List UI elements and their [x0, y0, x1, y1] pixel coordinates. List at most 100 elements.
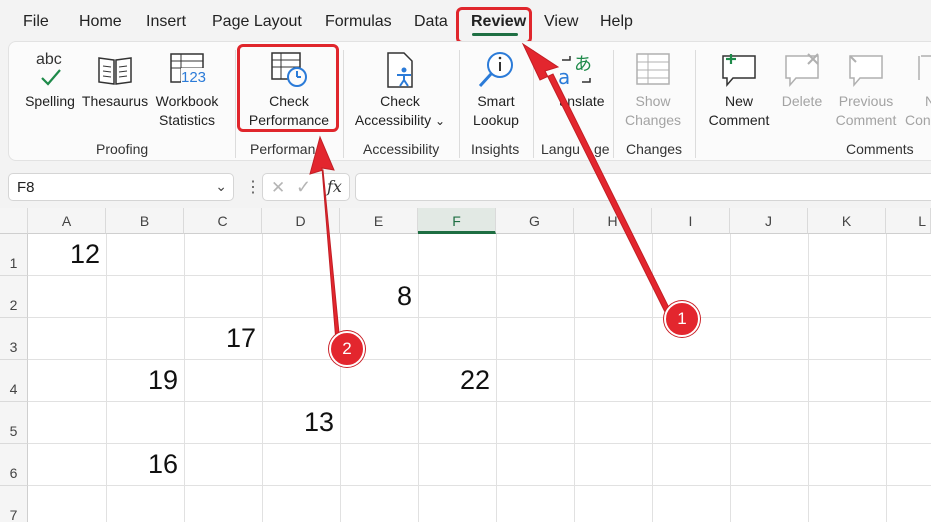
cell-e2[interactable]: 8	[340, 281, 412, 312]
grid-line	[28, 275, 931, 276]
group-separator	[613, 50, 614, 158]
tab-data[interactable]: Data	[414, 13, 448, 31]
insert-function-icon[interactable]: fx	[327, 177, 342, 196]
smart-lookup-label-1: Smart	[477, 93, 515, 109]
previous-comment-icon	[846, 50, 886, 90]
workbook-statistics-label-1: Workbook	[155, 93, 219, 109]
svg-text:a: a	[558, 65, 570, 89]
spelling-label: Spelling	[25, 93, 75, 109]
column-header[interactable]: H	[574, 208, 652, 234]
annotation-badge-2: 2	[329, 331, 365, 367]
group-label-performance: Performan	[250, 141, 316, 157]
grid-line	[184, 234, 185, 522]
delete-comment-button[interactable]: Delete	[777, 50, 827, 111]
translate-label: anslate	[559, 93, 605, 109]
column-header[interactable]: K	[808, 208, 886, 234]
grid-line	[28, 359, 931, 360]
spelling-icon: abc	[30, 50, 70, 90]
chevron-down-icon[interactable]: ⌄	[215, 178, 227, 195]
column-header[interactable]: D	[262, 208, 340, 234]
show-changes-label-2: Changes	[624, 112, 682, 128]
new-comment-label-2: Comment	[708, 112, 770, 128]
row-header[interactable]: 3	[0, 318, 28, 360]
cell-b4[interactable]: 19	[106, 365, 178, 396]
cell-b6[interactable]: 16	[106, 449, 178, 480]
smart-lookup-label-2: Lookup	[473, 112, 519, 128]
enter-icon[interactable]: ✓	[296, 177, 311, 198]
column-header[interactable]: L	[886, 208, 931, 234]
next-comment-label-2: Con	[905, 112, 931, 128]
column-header[interactable]: C	[184, 208, 262, 234]
ribbon: abc Spelling Thesaurus 123 Workbook Stat…	[8, 41, 931, 161]
grid-line	[730, 234, 731, 522]
grid-line	[262, 234, 263, 522]
row-header[interactable]: 7	[0, 486, 28, 522]
group-label-insights: Insights	[471, 141, 520, 157]
check-accessibility-icon	[380, 50, 420, 90]
cell-f4[interactable]: 22	[418, 365, 490, 396]
next-comment-label-1: N	[925, 93, 931, 109]
workbook-statistics-label-2: Statistics	[158, 112, 215, 128]
tab-view[interactable]: View	[544, 13, 578, 31]
cancel-icon[interactable]: ✕	[271, 178, 285, 198]
tab-page-layout[interactable]: Page Layout	[212, 13, 302, 31]
translate-icon: a あ	[556, 50, 596, 90]
column-header[interactable]: E	[340, 208, 418, 234]
next-comment-button[interactable]: N Con	[905, 50, 931, 130]
workbook-statistics-button[interactable]: 123 Workbook Statistics	[151, 50, 223, 130]
new-comment-button[interactable]: New Comment	[701, 50, 777, 130]
tab-home[interactable]: Home	[79, 13, 122, 31]
previous-comment-label-1: Previous	[838, 93, 894, 109]
grid-line	[808, 234, 809, 522]
group-separator	[343, 50, 344, 158]
row-header[interactable]: 2	[0, 276, 28, 318]
row-header[interactable]: 1	[0, 234, 28, 276]
cell-a1[interactable]: 12	[28, 239, 100, 270]
more-options-icon[interactable]: ⋮	[245, 177, 261, 197]
next-comment-icon	[917, 50, 931, 90]
group-label-changes: Changes	[626, 141, 683, 157]
delete-comment-icon	[782, 50, 822, 90]
show-changes-icon	[633, 50, 673, 90]
tab-formulas[interactable]: Formulas	[325, 13, 392, 31]
cell-c3[interactable]: 17	[184, 323, 256, 354]
column-header-selected[interactable]: F	[418, 208, 496, 234]
new-comment-icon	[719, 50, 759, 90]
tab-file[interactable]: File	[23, 13, 49, 31]
translate-button[interactable]: a あ anslate	[539, 50, 613, 111]
group-label-comments: Comments	[846, 141, 914, 157]
check-accessibility-button[interactable]: Check Accessibility ⌄	[349, 50, 451, 131]
cell-d5[interactable]: 13	[262, 407, 334, 438]
grid-line	[496, 234, 497, 522]
group-separator	[459, 50, 460, 158]
row-header[interactable]: 4	[0, 360, 28, 402]
row-header[interactable]: 5	[0, 402, 28, 444]
previous-comment-button[interactable]: Previous Comment	[829, 50, 903, 130]
tab-help[interactable]: Help	[600, 13, 633, 31]
row-header[interactable]: 6	[0, 444, 28, 486]
grid-line	[28, 317, 931, 318]
column-header[interactable]: G	[496, 208, 574, 234]
column-header[interactable]: A	[28, 208, 106, 234]
name-box-value: F8	[17, 179, 35, 196]
spelling-button[interactable]: abc Spelling	[19, 50, 81, 111]
svg-text:あ: あ	[574, 54, 592, 75]
column-header[interactable]: J	[730, 208, 808, 234]
tab-insert[interactable]: Insert	[146, 13, 186, 31]
column-header[interactable]: I	[652, 208, 730, 234]
annotation-badge-1: 1	[664, 301, 700, 337]
thesaurus-button[interactable]: Thesaurus	[81, 50, 149, 111]
group-label-accessibility: Accessibility	[363, 141, 440, 157]
select-all-corner[interactable]	[0, 208, 28, 234]
worksheet-grid: A B C D E F G H I J K L 1 2 3 4 5 6 7 12…	[0, 208, 931, 522]
formula-input[interactable]	[355, 173, 931, 201]
name-box[interactable]: F8 ⌄	[8, 173, 234, 201]
workbook-statistics-icon: 123	[167, 50, 207, 90]
thesaurus-label: Thesaurus	[81, 93, 149, 109]
check-performance-highlight-box	[237, 44, 339, 132]
grid-line	[574, 234, 575, 522]
show-changes-button[interactable]: Show Changes	[619, 50, 687, 130]
grid-line	[28, 485, 931, 486]
column-header[interactable]: B	[106, 208, 184, 234]
smart-lookup-button[interactable]: Smart Lookup	[465, 50, 527, 130]
